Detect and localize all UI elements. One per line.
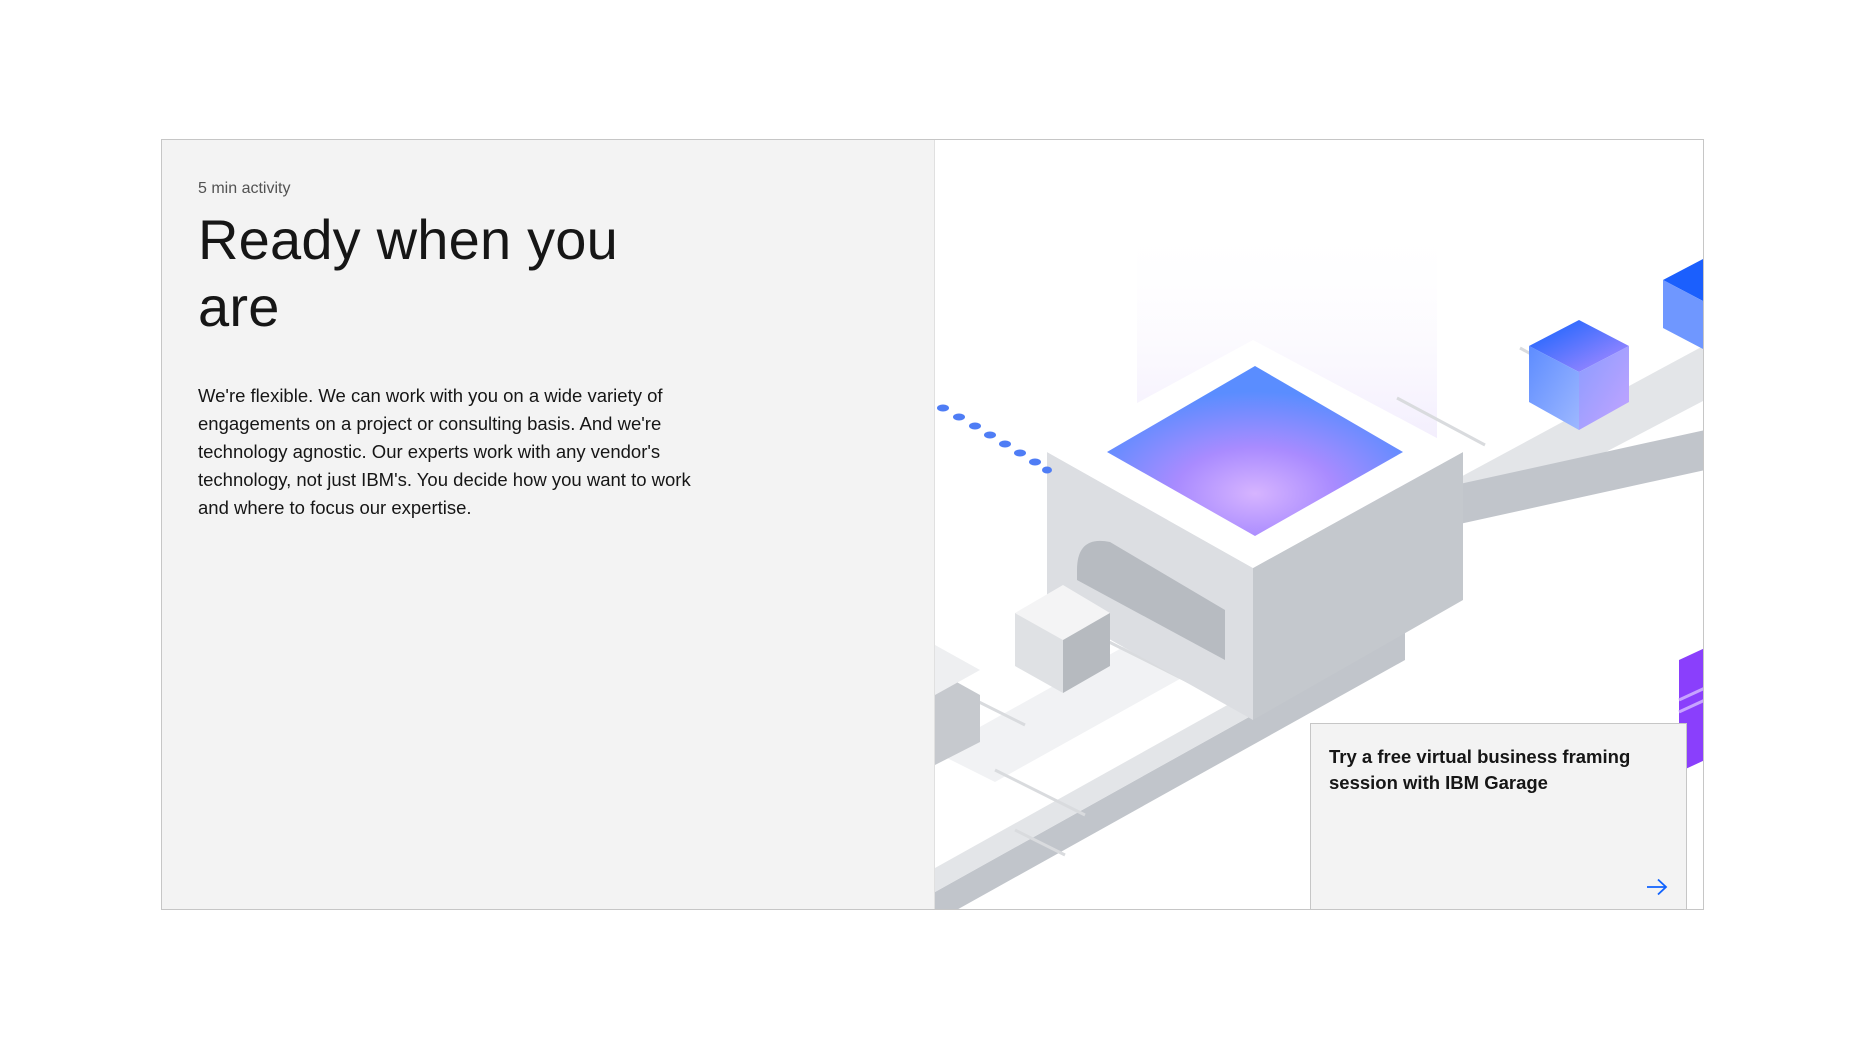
card-description: We're flexible. We can work with you on … <box>198 385 691 518</box>
promo-card: 5 min activity Ready when you are We're … <box>161 139 1704 910</box>
tile-title: Try a free virtual business framing sess… <box>1329 746 1631 793</box>
content-panel: 5 min activity Ready when you are We're … <box>162 140 935 909</box>
illustration-panel: Try a free virtual business framing sess… <box>935 140 1703 909</box>
arrow-right-icon <box>1647 878 1668 896</box>
garage-session-link-tile[interactable]: Try a free virtual business framing sess… <box>1310 723 1687 909</box>
card-title: Ready when you are <box>198 208 618 338</box>
activity-duration-label: 5 min activity <box>198 180 291 197</box>
